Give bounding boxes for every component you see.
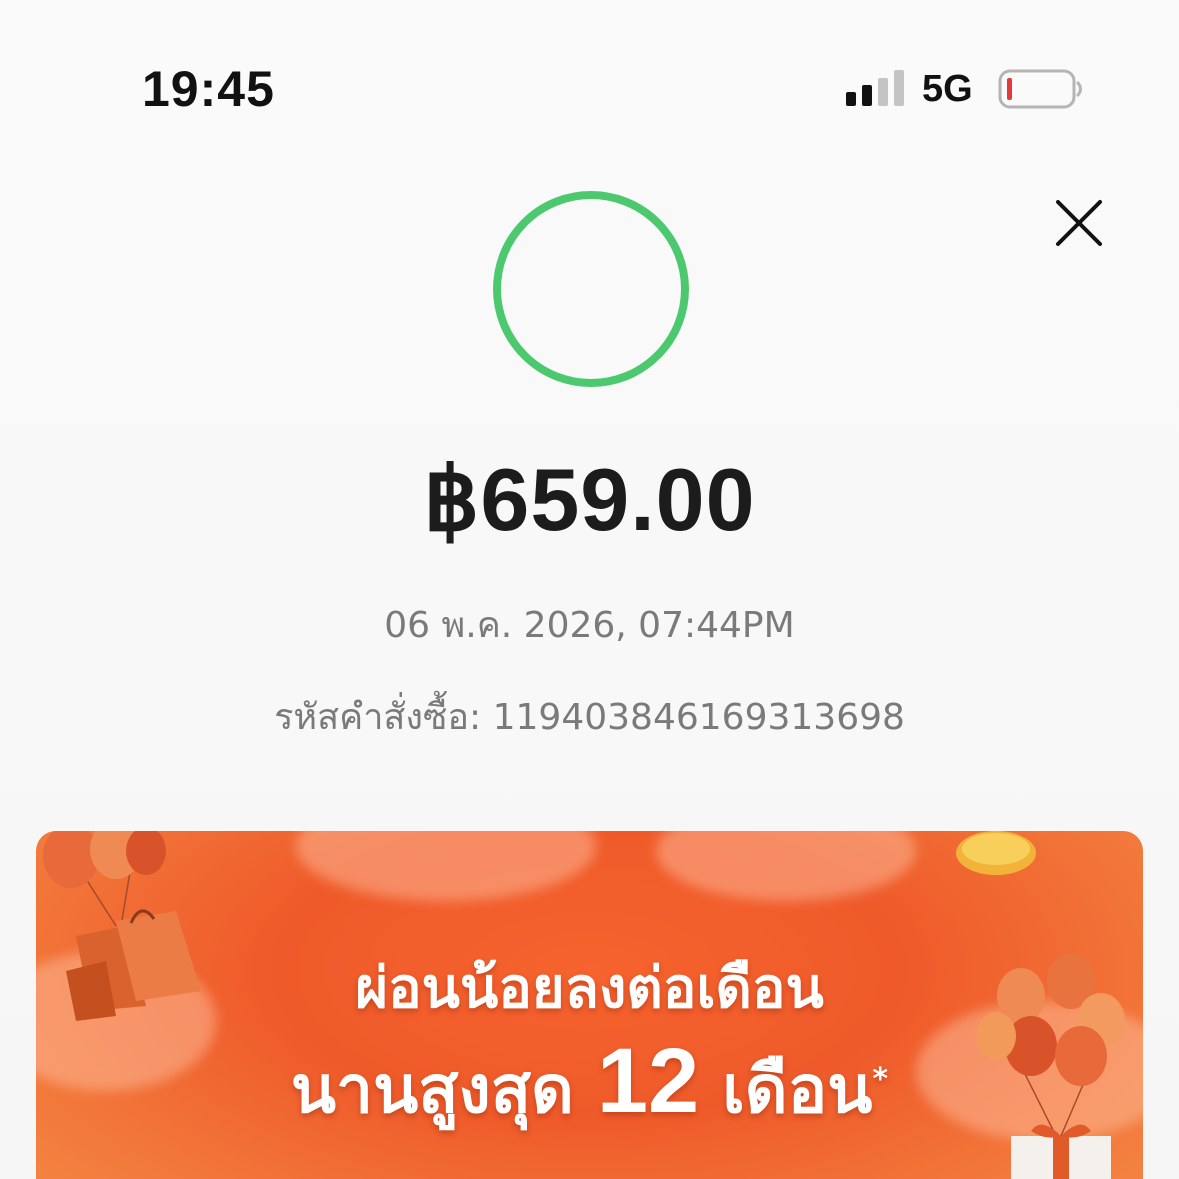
- installment-promo-banner[interactable]: ผ่อนน้อยลงต่อเดือน นานสูงสุด 12 เดือน*: [36, 831, 1143, 1179]
- cloud-decoration: [656, 831, 916, 901]
- status-time: 19:45: [142, 61, 275, 117]
- payment-amount: ฿659.00: [423, 450, 756, 549]
- cloud-decoration: [296, 831, 596, 901]
- order-id-line: รหัสคำสั่งซื้อ: 119403846169313698: [0, 688, 1179, 745]
- battery-low-icon: [998, 69, 1082, 109]
- cellular-signal-icon: [846, 70, 904, 106]
- gold-coin-icon: [956, 831, 1036, 875]
- payment-success-screen: 19:45 5G ฿659.00 06 พ.ค. 2026, 07:44PM ร…: [0, 0, 1179, 1179]
- banner-subheadline: นานสูงสุด 12 เดือน*: [36, 1029, 1143, 1142]
- success-circle-icon: [493, 191, 689, 387]
- banner-months-number: 12: [596, 1030, 700, 1132]
- banner-suffix: เดือน: [722, 1051, 873, 1128]
- payment-datetime: 06 พ.ค. 2026, 07:44PM: [384, 605, 795, 646]
- banner-headline: ผ่อนน้อยลงต่อเดือน: [355, 956, 824, 1021]
- banner-prefix: นานสูงสุด: [290, 1051, 574, 1128]
- order-id-value: 119403846169313698: [492, 697, 905, 738]
- network-type: 5G: [922, 68, 973, 110]
- banner-footnote-mark: *: [872, 1062, 889, 1097]
- order-id-label: รหัสคำสั่งซื้อ:: [274, 697, 482, 738]
- close-icon[interactable]: [1052, 196, 1106, 250]
